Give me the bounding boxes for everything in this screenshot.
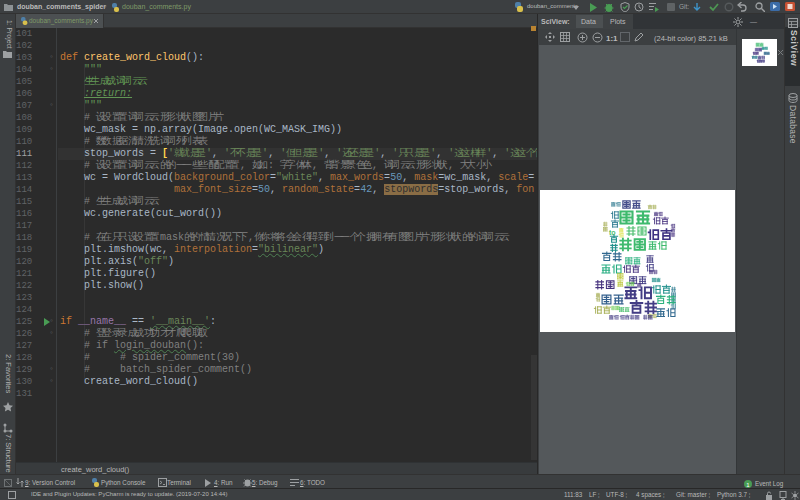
svg-text:to: to — [609, 229, 616, 236]
